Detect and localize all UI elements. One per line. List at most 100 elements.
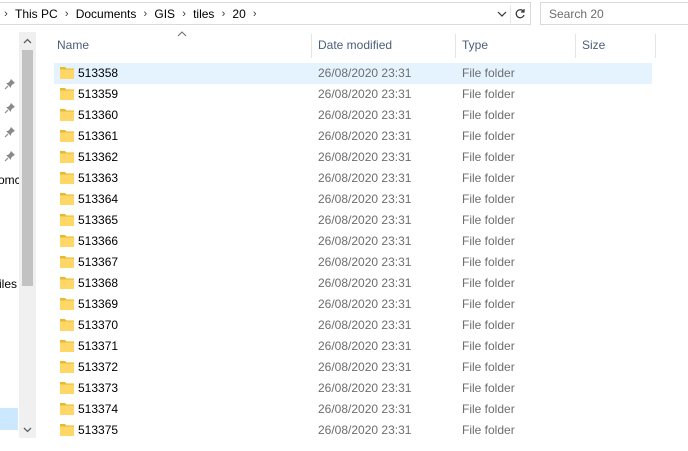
file-row[interactable]: 513369 26/08/2020 23:31 File folder bbox=[54, 294, 652, 315]
file-row[interactable]: 513358 26/08/2020 23:31 File folder bbox=[54, 63, 652, 84]
file-type: File folder bbox=[462, 129, 515, 143]
file-row[interactable]: 513374 26/08/2020 23:31 File folder bbox=[54, 399, 652, 420]
file-date-modified: 26/08/2020 23:31 bbox=[318, 108, 412, 122]
column-divider[interactable] bbox=[655, 34, 656, 58]
file-date-modified: 26/08/2020 23:31 bbox=[318, 276, 412, 290]
file-row[interactable]: 513372 26/08/2020 23:31 File folder bbox=[54, 357, 652, 378]
file-row[interactable]: 513370 26/08/2020 23:31 File folder bbox=[54, 315, 652, 336]
file-row[interactable]: 513373 26/08/2020 23:31 File folder bbox=[54, 378, 652, 399]
file-date-modified: 26/08/2020 23:31 bbox=[318, 213, 412, 227]
file-row[interactable]: 513368 26/08/2020 23:31 File folder bbox=[54, 273, 652, 294]
file-name: 513365 bbox=[78, 213, 119, 227]
file-type: File folder bbox=[462, 213, 515, 227]
chevron-right-icon[interactable]: › bbox=[61, 6, 73, 22]
breadcrumb-20[interactable]: 20 bbox=[229, 6, 248, 22]
pin-icon[interactable] bbox=[4, 102, 16, 114]
file-row[interactable]: 513360 26/08/2020 23:31 File folder bbox=[54, 105, 652, 126]
file-row[interactable]: 513359 26/08/2020 23:31 File folder bbox=[54, 84, 652, 105]
folder-icon bbox=[60, 88, 74, 100]
folder-icon bbox=[60, 214, 74, 226]
file-type: File folder bbox=[462, 87, 515, 101]
folder-icon bbox=[60, 340, 74, 352]
file-date-modified: 26/08/2020 23:31 bbox=[318, 255, 412, 269]
folder-icon bbox=[60, 67, 74, 79]
file-name: 513371 bbox=[78, 339, 119, 353]
folder-icon bbox=[60, 193, 74, 205]
file-row[interactable]: 513363 26/08/2020 23:31 File folder bbox=[54, 168, 652, 189]
breadcrumb-documents[interactable]: Documents bbox=[73, 6, 140, 22]
file-row[interactable]: 513371 26/08/2020 23:31 File folder bbox=[54, 336, 652, 357]
file-name: 513358 bbox=[78, 66, 119, 80]
chevron-down-icon bbox=[23, 427, 32, 433]
file-name: 513367 bbox=[78, 255, 119, 269]
folder-icon bbox=[60, 151, 74, 163]
scroll-up-button[interactable] bbox=[19, 33, 36, 49]
nav-selected-item[interactable] bbox=[0, 408, 18, 430]
file-date-modified: 26/08/2020 23:31 bbox=[318, 66, 412, 80]
file-explorer-window: › This PC › Documents › GIS › tiles › 20… bbox=[0, 0, 688, 451]
folder-icon bbox=[60, 172, 74, 184]
folder-icon bbox=[60, 382, 74, 394]
file-row[interactable]: 513364 26/08/2020 23:31 File folder bbox=[54, 189, 652, 210]
nav-item-partial[interactable]: iles bbox=[0, 277, 17, 291]
nav-item-partial[interactable]: omc bbox=[0, 173, 21, 187]
file-name: 513374 bbox=[78, 402, 119, 416]
chevron-right-icon[interactable]: › bbox=[139, 6, 151, 22]
file-name: 513359 bbox=[78, 87, 119, 101]
file-row[interactable]: 513365 26/08/2020 23:31 File folder bbox=[54, 210, 652, 231]
column-headers: Name Date modified Type Size bbox=[50, 30, 688, 60]
column-header-size[interactable]: Size bbox=[575, 30, 655, 60]
folder-icon bbox=[60, 130, 74, 142]
file-type: File folder bbox=[462, 108, 515, 122]
file-date-modified: 26/08/2020 23:31 bbox=[318, 87, 412, 101]
chevron-right-icon[interactable]: › bbox=[0, 6, 12, 22]
file-name: 513375 bbox=[78, 423, 119, 437]
file-type: File folder bbox=[462, 150, 515, 164]
file-date-modified: 26/08/2020 23:31 bbox=[318, 423, 412, 437]
column-header-type[interactable]: Type bbox=[455, 30, 575, 60]
file-date-modified: 26/08/2020 23:31 bbox=[318, 402, 412, 416]
search-input[interactable]: Search 20 bbox=[549, 7, 604, 21]
search-box[interactable]: Search 20 bbox=[540, 2, 688, 25]
breadcrumb-gis[interactable]: GIS bbox=[151, 6, 178, 22]
chevron-down-icon bbox=[497, 11, 507, 17]
refresh-button[interactable] bbox=[510, 5, 529, 23]
file-date-modified: 26/08/2020 23:31 bbox=[318, 192, 412, 206]
file-type: File folder bbox=[462, 255, 515, 269]
column-header-date-modified[interactable]: Date modified bbox=[311, 30, 455, 60]
pin-icon[interactable] bbox=[4, 126, 16, 138]
file-date-modified: 26/08/2020 23:31 bbox=[318, 129, 412, 143]
file-row[interactable]: 513375 26/08/2020 23:31 File folder bbox=[54, 420, 652, 441]
breadcrumb: › This PC › Documents › GIS › tiles › 20… bbox=[0, 6, 261, 22]
chevron-right-icon[interactable]: › bbox=[217, 6, 229, 22]
column-header-name[interactable]: Name bbox=[50, 30, 312, 60]
file-type: File folder bbox=[462, 360, 515, 374]
breadcrumb-tiles[interactable]: tiles bbox=[190, 6, 217, 22]
folder-icon bbox=[60, 109, 74, 121]
chevron-right-icon[interactable]: › bbox=[249, 6, 261, 22]
pin-icon[interactable] bbox=[4, 78, 16, 90]
file-row[interactable]: 513367 26/08/2020 23:31 File folder bbox=[54, 252, 652, 273]
file-type: File folder bbox=[462, 423, 515, 437]
file-date-modified: 26/08/2020 23:31 bbox=[318, 339, 412, 353]
file-name: 513373 bbox=[78, 381, 119, 395]
file-date-modified: 26/08/2020 23:31 bbox=[318, 381, 412, 395]
file-row[interactable]: 513366 26/08/2020 23:31 File folder bbox=[54, 231, 652, 252]
file-name: 513361 bbox=[78, 129, 119, 143]
folder-icon bbox=[60, 298, 74, 310]
address-bar[interactable]: › This PC › Documents › GIS › tiles › 20… bbox=[0, 2, 531, 25]
file-row[interactable]: 513362 26/08/2020 23:31 File folder bbox=[54, 147, 652, 168]
file-list: 513358 26/08/2020 23:31 File folder 513359 2… bbox=[54, 63, 652, 441]
file-type: File folder bbox=[462, 66, 515, 80]
breadcrumb-this-pc[interactable]: This PC bbox=[12, 6, 61, 22]
chevron-right-icon[interactable]: › bbox=[178, 6, 190, 22]
file-date-modified: 26/08/2020 23:31 bbox=[318, 150, 412, 164]
file-row[interactable]: 513361 26/08/2020 23:31 File folder bbox=[54, 126, 652, 147]
pin-icon[interactable] bbox=[4, 150, 16, 162]
file-name: 513372 bbox=[78, 360, 119, 374]
file-date-modified: 26/08/2020 23:31 bbox=[318, 234, 412, 248]
address-history-button[interactable] bbox=[493, 5, 511, 23]
folder-icon bbox=[60, 403, 74, 415]
scroll-down-button[interactable] bbox=[19, 422, 36, 438]
nav-scrollbar-thumb[interactable] bbox=[22, 50, 33, 286]
